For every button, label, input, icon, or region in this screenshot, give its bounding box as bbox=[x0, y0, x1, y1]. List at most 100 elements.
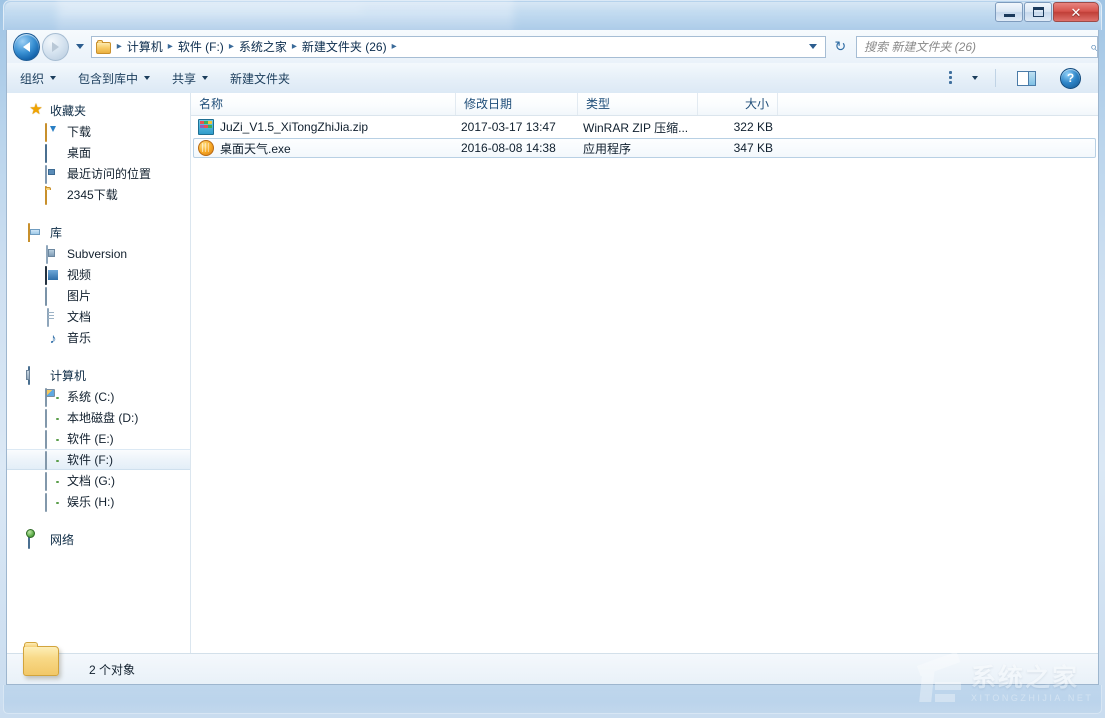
sidebar-item-drive-c[interactable]: 系统 (C:) bbox=[7, 386, 190, 407]
sidebar-item-drive-d[interactable]: 本地磁盘 (D:) bbox=[7, 407, 190, 428]
sidebar-item-desktop[interactable]: 桌面 bbox=[7, 142, 190, 163]
minimize-icon bbox=[1004, 14, 1015, 17]
back-button[interactable] bbox=[13, 33, 40, 61]
file-list-pane[interactable]: 名称 修改日期 类型 大小 JuZi_V1.5_XiTongZhiJia.zip… bbox=[191, 93, 1098, 653]
sidebar-item-pictures[interactable]: 图片 bbox=[7, 285, 190, 306]
sidebar-label-drive-e: 软件 (E:) bbox=[67, 430, 114, 447]
chevron-down-icon bbox=[202, 76, 208, 80]
address-bar-row: ▸ 计算机 ▸ 软件 (F:) ▸ 系统之家 ▸ 新建文件夹 (26) ▸ ↻ … bbox=[7, 30, 1098, 63]
sidebar-item-drive-e[interactable]: 软件 (E:) bbox=[7, 428, 190, 449]
toolbar-share-label: 共享 bbox=[172, 70, 196, 87]
column-header-type[interactable]: 类型 bbox=[578, 93, 698, 115]
change-view-button[interactable] bbox=[940, 67, 987, 89]
help-icon: ? bbox=[1060, 68, 1081, 89]
address-bar[interactable]: ▸ 计算机 ▸ 软件 (F:) ▸ 系统之家 ▸ 新建文件夹 (26) ▸ bbox=[91, 36, 826, 58]
folder-icon bbox=[45, 187, 61, 203]
file-type-cell: WinRAR ZIP 压缩... bbox=[579, 119, 699, 136]
sidebar-label-drive-f: 软件 (F:) bbox=[67, 451, 113, 468]
column-header-size[interactable]: 大小 bbox=[698, 93, 778, 115]
address-folder-icon bbox=[96, 40, 112, 54]
sidebar-item-computer[interactable]: 计算机 bbox=[7, 364, 190, 386]
preview-pane-button[interactable] bbox=[1008, 67, 1045, 90]
maximize-button[interactable] bbox=[1024, 2, 1052, 22]
toolbar-right-group: ? bbox=[936, 64, 1098, 93]
computer-icon bbox=[28, 367, 44, 383]
toolbar-share-button[interactable]: 共享 bbox=[163, 66, 217, 91]
sidebar-item-documents[interactable]: 文档 bbox=[7, 306, 190, 327]
nav-group-favorites: ★ 收藏夹 下载 桌面 最近访问的位置 bbox=[7, 99, 190, 205]
view-list-icon bbox=[949, 71, 966, 85]
search-box[interactable]: 搜索 新建文件夹 (26) ⌕ bbox=[856, 36, 1098, 58]
sidebar-spacer bbox=[7, 350, 190, 364]
breadcrumb-item-new-folder[interactable]: 新建文件夹 (26) bbox=[299, 38, 390, 55]
close-icon: ✕ bbox=[1071, 6, 1082, 19]
sidebar-item-2345-downloads[interactable]: 2345下载 bbox=[7, 184, 190, 205]
help-button[interactable]: ? bbox=[1051, 64, 1090, 93]
sidebar-item-drive-f[interactable]: 软件 (F:) bbox=[7, 449, 190, 470]
file-size-cell: 347 KB bbox=[699, 141, 779, 155]
winrar-zip-icon bbox=[198, 119, 214, 135]
navigation-pane[interactable]: ★ 收藏夹 下载 桌面 最近访问的位置 bbox=[7, 93, 191, 653]
sidebar-label-subversion: Subversion bbox=[67, 247, 127, 261]
downloads-icon bbox=[45, 124, 61, 140]
sidebar-label-downloads: 下载 bbox=[67, 123, 91, 140]
breadcrumb-item-xitongzhijia[interactable]: 系统之家 bbox=[236, 38, 290, 55]
breadcrumb-item-computer[interactable]: 计算机 bbox=[124, 38, 166, 55]
sidebar-item-favorites[interactable]: ★ 收藏夹 bbox=[7, 99, 190, 121]
pictures-icon bbox=[45, 288, 61, 304]
chevron-down-icon bbox=[50, 76, 56, 80]
forward-arrow-icon bbox=[52, 42, 59, 52]
toolbar-organize-button[interactable]: 组织 bbox=[11, 66, 65, 91]
table-row[interactable]: 桌面天气.exe 2016-08-08 14:38 应用程序 347 KB bbox=[193, 138, 1096, 158]
forward-button[interactable] bbox=[42, 33, 69, 61]
breadcrumb-separator: ▸ bbox=[227, 41, 236, 52]
search-input[interactable]: 搜索 新建文件夹 (26) bbox=[857, 38, 1083, 55]
sidebar-label-libraries: 库 bbox=[50, 224, 62, 241]
drive-icon bbox=[45, 431, 61, 447]
file-date-cell: 2017-03-17 13:47 bbox=[457, 120, 579, 134]
sidebar-label-pictures: 图片 bbox=[67, 287, 91, 304]
status-bar: 2 个对象 bbox=[7, 653, 1098, 684]
music-icon: ♪ bbox=[45, 330, 61, 346]
toolbar-new-folder-button[interactable]: 新建文件夹 bbox=[221, 66, 299, 91]
table-row[interactable]: JuZi_V1.5_XiTongZhiJia.zip 2017-03-17 13… bbox=[193, 117, 1096, 137]
sidebar-item-downloads[interactable]: 下载 bbox=[7, 121, 190, 142]
sidebar-spacer bbox=[7, 207, 190, 221]
sidebar-item-subversion[interactable]: Subversion bbox=[7, 243, 190, 264]
file-type-cell: 应用程序 bbox=[579, 140, 699, 157]
close-button[interactable]: ✕ bbox=[1053, 2, 1099, 22]
toolbar-include-in-library-button[interactable]: 包含到库中 bbox=[69, 66, 159, 91]
sidebar-item-network[interactable]: 网络 bbox=[7, 528, 190, 550]
sidebar-item-drive-h[interactable]: 娱乐 (H:) bbox=[7, 491, 190, 512]
title-bar-glow bbox=[5, 2, 1100, 14]
documents-icon bbox=[45, 309, 61, 325]
refresh-button[interactable]: ↻ bbox=[830, 36, 851, 58]
sidebar-label-2345-downloads: 2345下载 bbox=[67, 186, 118, 203]
address-dropdown-button[interactable] bbox=[803, 44, 823, 49]
title-bar[interactable]: ✕ bbox=[3, 0, 1102, 30]
sidebar-label-drive-c: 系统 (C:) bbox=[67, 388, 114, 405]
chevron-down-icon bbox=[76, 44, 84, 49]
recent-pages-button[interactable] bbox=[73, 44, 87, 49]
sidebar-label-favorites: 收藏夹 bbox=[50, 102, 86, 119]
back-arrow-icon bbox=[23, 42, 30, 52]
column-header-name[interactable]: 名称 bbox=[191, 93, 456, 115]
sidebar-item-videos[interactable]: 视频 bbox=[7, 264, 190, 285]
library-icon bbox=[28, 224, 44, 240]
sidebar-label-drive-h: 娱乐 (H:) bbox=[67, 493, 114, 510]
breadcrumb-separator: ▸ bbox=[290, 41, 299, 52]
subversion-icon bbox=[45, 246, 61, 262]
sidebar-item-recent-places[interactable]: 最近访问的位置 bbox=[7, 163, 190, 184]
column-header-date-modified[interactable]: 修改日期 bbox=[456, 93, 578, 115]
drive-icon bbox=[45, 494, 61, 510]
sidebar-item-libraries[interactable]: 库 bbox=[7, 221, 190, 243]
column-header-spacer bbox=[778, 93, 1098, 115]
sidebar-item-drive-g[interactable]: 文档 (G:) bbox=[7, 470, 190, 491]
breadcrumb-item-drive-f[interactable]: 软件 (F:) bbox=[175, 38, 227, 55]
command-toolbar: 组织 包含到库中 共享 新建文件夹 bbox=[7, 63, 1098, 94]
minimize-button[interactable] bbox=[995, 2, 1023, 22]
window-controls: ✕ bbox=[994, 2, 1099, 22]
sidebar-item-music[interactable]: ♪ 音乐 bbox=[7, 327, 190, 348]
file-name-cell: JuZi_V1.5_XiTongZhiJia.zip bbox=[194, 119, 457, 135]
toolbar-organize-label: 组织 bbox=[20, 70, 44, 87]
